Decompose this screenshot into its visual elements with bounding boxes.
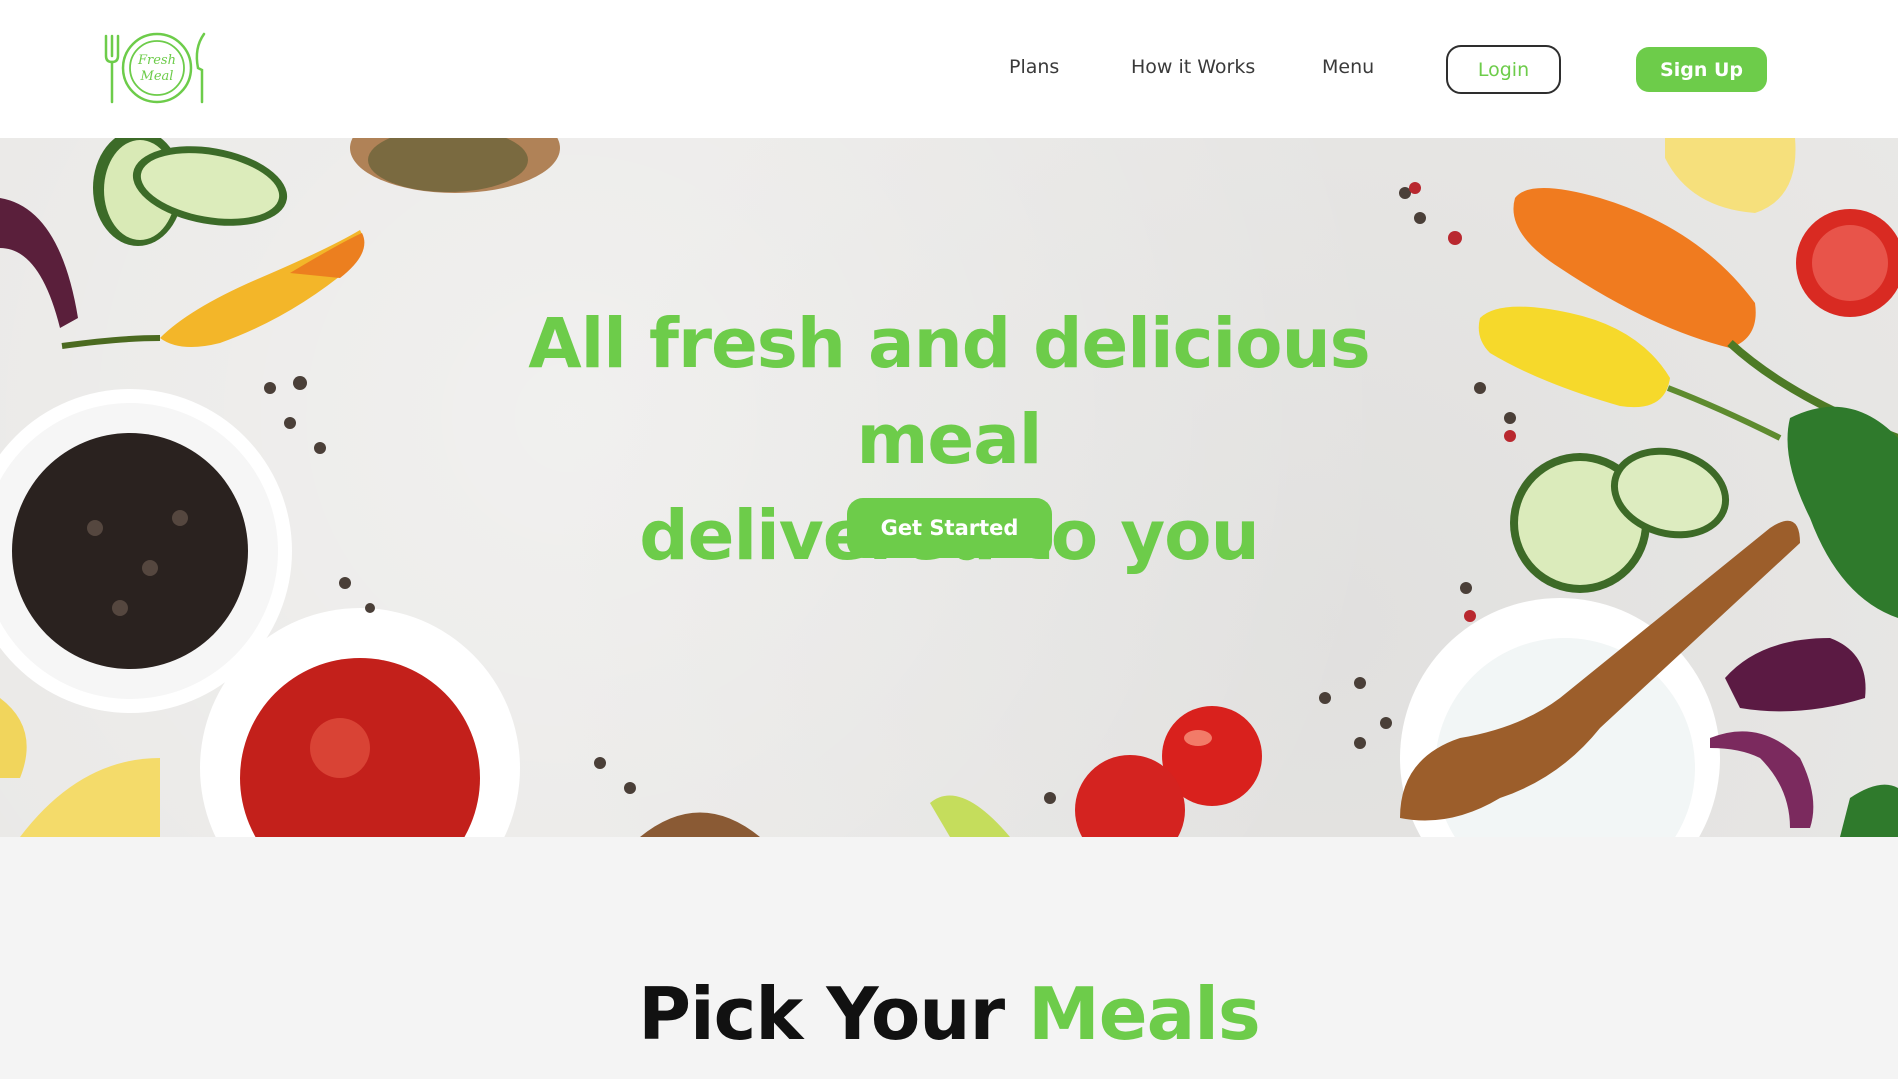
section-title-pick-your-meals: Pick Your Meals: [449, 972, 1449, 1056]
cucumber-slices-image: [93, 138, 288, 246]
fresh-meal-logo[interactable]: Fresh Meal: [102, 30, 212, 106]
section-title-accent: Meals: [1028, 972, 1261, 1056]
hero-title-line-1: All fresh and delicious meal: [528, 304, 1371, 480]
sign-up-button[interactable]: Sign Up: [1636, 47, 1767, 92]
red-onion-right-image: [1710, 638, 1866, 828]
nav-menu-link[interactable]: Menu: [1322, 56, 1374, 78]
login-button[interactable]: Login: [1446, 45, 1561, 94]
lemon-slice-image: [1665, 138, 1796, 213]
cherry-tomatoes-image: [1075, 706, 1262, 837]
get-started-button[interactable]: Get Started: [847, 498, 1052, 558]
spice-bowl-image: [350, 138, 560, 193]
site-header: Fresh Meal Plans How it Works Menu Login…: [0, 0, 1898, 138]
yellow-pepper-image: [61, 230, 365, 349]
hero-banner: All fresh and delicious meal delivered t…: [0, 138, 1898, 837]
lemon-image: [20, 758, 160, 837]
red-onion-image: [0, 198, 78, 328]
nav-how-it-works-link[interactable]: How it Works: [1131, 56, 1255, 78]
svg-text:Fresh: Fresh: [137, 53, 176, 68]
nav-plans-link[interactable]: Plans: [1009, 56, 1059, 78]
cucumber-slices-right-image: [1510, 447, 1730, 593]
svg-text:Meal: Meal: [140, 69, 174, 84]
parsley-image: [1787, 406, 1898, 618]
section-title-part-1: Pick Your: [638, 972, 1029, 1056]
